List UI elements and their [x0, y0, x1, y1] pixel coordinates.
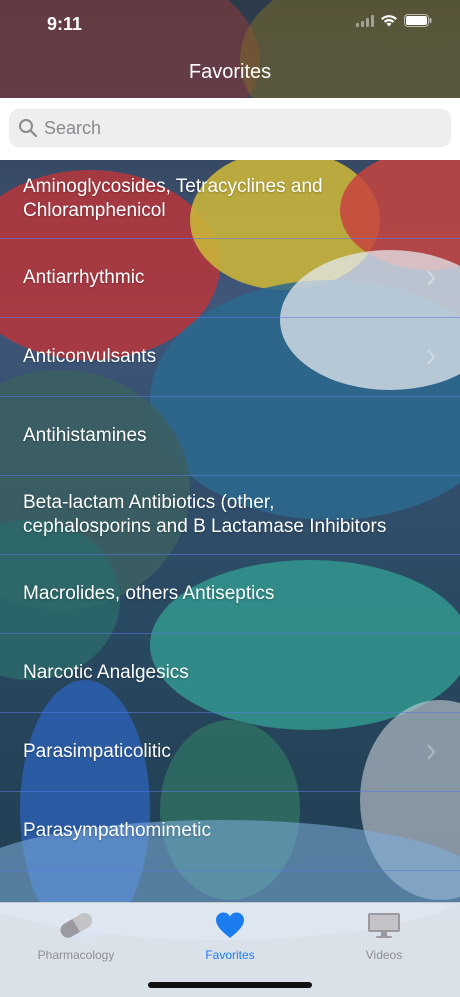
page-title: Favorites [188, 61, 272, 83]
list-item-label: Beta-lactam Antibiotics (other, cephalos… [23, 492, 387, 537]
search-field[interactable] [9, 109, 451, 147]
list-item[interactable]: Parasympathomimetic [0, 792, 460, 871]
chevron-right-icon [426, 269, 436, 292]
list-item[interactable]: Parasimpaticolitic [0, 713, 460, 792]
battery-icon [404, 14, 432, 32]
navigation-bar: Favorites [0, 52, 460, 98]
search-icon [18, 118, 38, 138]
favorites-list: Aminoglycosides, Tetracyclines and Chlor… [0, 160, 460, 871]
heart-icon [214, 912, 246, 943]
wifi-icon [380, 14, 398, 32]
list-item-label: Antihistamines [23, 425, 147, 446]
list-item[interactable]: Anticonvulsants [0, 318, 460, 397]
list-item[interactable]: Beta-lactam Antibiotics (other, cephalos… [0, 476, 460, 555]
tab-label: Favorites [205, 948, 255, 962]
list-item-label: Narcotic Analgesics [23, 662, 189, 683]
list-item[interactable]: Antiarrhythmic [0, 239, 460, 318]
list-item[interactable]: Narcotic Analgesics [0, 634, 460, 713]
tab-videos[interactable]: Videos [314, 911, 454, 962]
list-item[interactable]: Antihistamines [0, 397, 460, 476]
list-item-label: Aminoglycosides, Tetracyclines and Chlor… [23, 176, 323, 221]
status-icons [356, 14, 432, 32]
tab-favorites[interactable]: Favorites [160, 911, 300, 962]
status-bar: 9:11 [0, 0, 460, 52]
tab-label: Videos [365, 948, 403, 962]
pill-icon [56, 913, 96, 943]
list-item-label: Parasimpaticolitic [23, 741, 171, 762]
chevron-right-icon [426, 348, 436, 371]
list-item-label: Antiarrhythmic [23, 267, 145, 288]
chevron-right-icon [426, 743, 436, 766]
search-bar [0, 98, 460, 160]
list-item[interactable]: Macrolides, others Antiseptics [0, 555, 460, 634]
list-item-label: Parasympathomimetic [23, 820, 211, 841]
cellular-signal-icon [356, 14, 374, 32]
list-item[interactable]: Aminoglycosides, Tetracyclines and Chlor… [0, 160, 460, 239]
home-indicator[interactable] [148, 982, 312, 988]
status-time: 9:11 [47, 14, 83, 34]
monitor-icon [367, 913, 401, 943]
tab-label: Pharmacology [37, 948, 115, 962]
list-item-label: Anticonvulsants [23, 346, 157, 367]
list-item-label: Macrolides, others Antiseptics [23, 583, 275, 604]
tab-pharmacology[interactable]: Pharmacology [6, 911, 146, 962]
search-input[interactable] [42, 116, 436, 140]
